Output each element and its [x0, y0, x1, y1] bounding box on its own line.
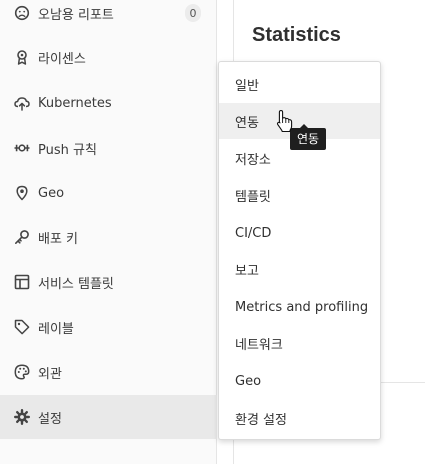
sidebar-item-label: Push 규칙: [38, 142, 97, 158]
sidebar-item-label: Geo: [38, 185, 65, 201]
sidebar-item-label: Kubernetes: [38, 95, 112, 111]
sidebar-item-push-rules[interactable]: Push 규칙: [0, 126, 217, 170]
template-icon: [14, 274, 30, 290]
hand-pointer-cursor-icon: [276, 109, 293, 133]
sidebar-item-label: 서비스 템플릿: [38, 276, 114, 292]
sidebar-item-label: 레이블: [38, 321, 74, 337]
sidebar-item-geo[interactable]: Geo: [0, 171, 217, 215]
flyout-item-geo[interactable]: Geo: [219, 363, 380, 399]
flyout-item-reporting[interactable]: 보고: [219, 251, 380, 287]
page-title: Statistics: [252, 24, 341, 46]
sidebar-item-service-templates[interactable]: 서비스 템플릿: [0, 260, 217, 304]
sidebar-item-label: 라이센스: [38, 51, 86, 67]
kubernetes-icon: [14, 95, 30, 111]
palette-icon: [14, 364, 30, 380]
sidebar-item-label: 오남용 리포트: [38, 7, 114, 23]
settings-flyout-menu: 일반 연동 저장소 템플릿 CI/CD 보고 Metrics and profi…: [218, 61, 381, 440]
sidebar-item-labels[interactable]: 레이블: [0, 305, 217, 349]
push-rules-icon: [14, 140, 30, 156]
sidebar-item-appearance[interactable]: 외관: [0, 350, 217, 394]
sidebar-item-license[interactable]: 라이센스: [0, 35, 217, 79]
flyout-item-ci-cd[interactable]: CI/CD: [219, 215, 380, 251]
sidebar-item-settings[interactable]: 설정: [0, 395, 217, 439]
gear-icon: [14, 409, 30, 425]
admin-sidebar: 오남용 리포트 0 라이센스 Kubernetes Push 규칙 Geo 배포…: [0, 0, 217, 464]
flyout-item-templates[interactable]: 템플릿: [219, 177, 380, 213]
key-icon: [14, 229, 30, 245]
label-tag-icon: [14, 319, 30, 335]
count-badge: 0: [185, 4, 201, 22]
flyout-item-network[interactable]: 네트워크: [219, 325, 380, 361]
sidebar-item-label: 설정: [38, 411, 62, 427]
hover-tooltip: 연동: [290, 124, 327, 150]
flyout-item-metrics-and-profiling[interactable]: Metrics and profiling: [219, 289, 380, 325]
sidebar-item-deploy-keys[interactable]: 배포 키: [0, 215, 217, 259]
geo-location-icon: [14, 185, 30, 201]
license-icon: [14, 49, 30, 65]
flyout-item-general[interactable]: 일반: [219, 66, 380, 102]
sidebar-item-label: 배포 키: [38, 231, 79, 247]
flyout-item-preferences[interactable]: 환경 설정: [219, 400, 380, 436]
abuse-report-icon: [14, 5, 30, 21]
sidebar-item-abuse-reports[interactable]: 오남용 리포트 0: [0, 0, 217, 35]
sidebar-item-kubernetes[interactable]: Kubernetes: [0, 81, 217, 125]
sidebar-item-label: 외관: [38, 366, 62, 382]
